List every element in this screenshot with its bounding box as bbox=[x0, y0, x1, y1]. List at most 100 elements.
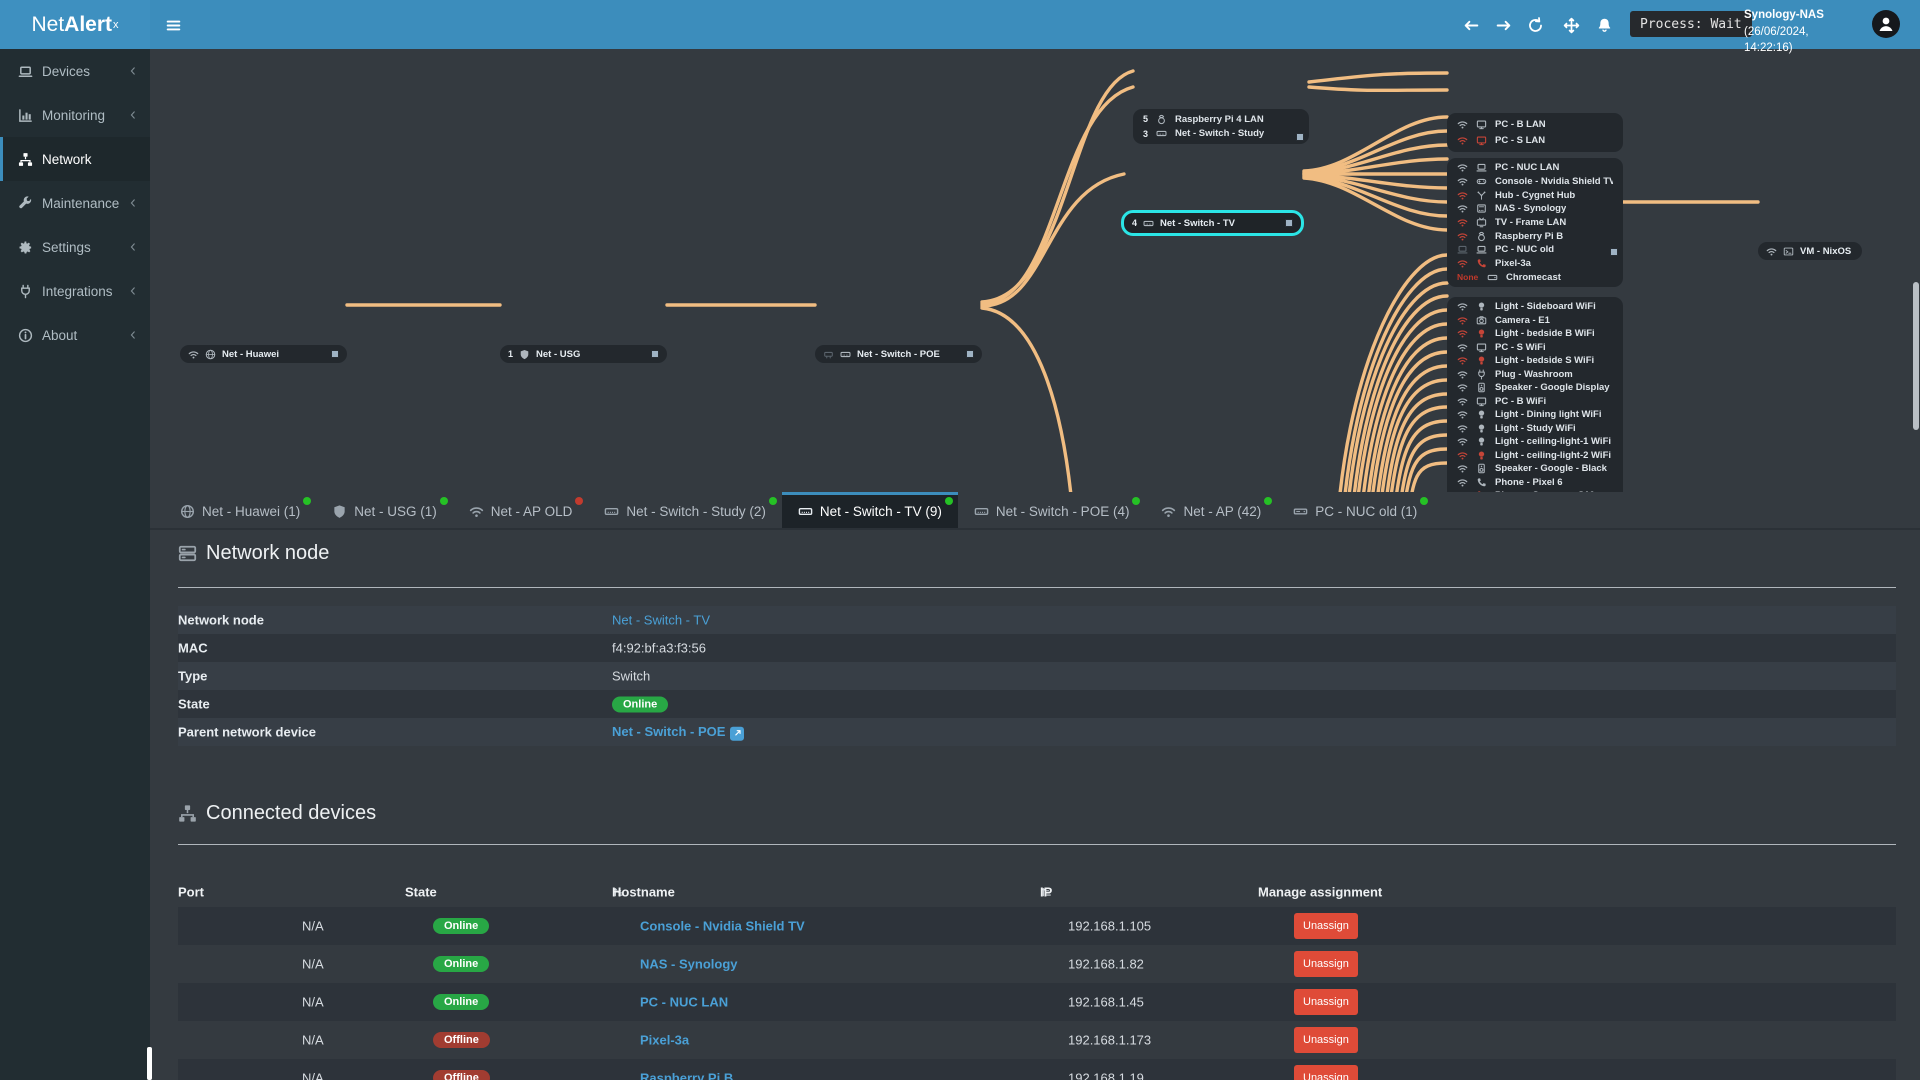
node-net-switch-poe[interactable]: Net - Switch - POE bbox=[815, 345, 982, 363]
unassign-button[interactable]: Unassign bbox=[1294, 1027, 1358, 1053]
tab-pc-nuc-old[interactable]: PC - NUC old (1) bbox=[1277, 492, 1433, 528]
nav-back-icon[interactable] bbox=[1458, 12, 1484, 38]
device-node[interactable]: Speaker - Google Display bbox=[1447, 381, 1623, 395]
node-net-switch-tv-selected[interactable]: 4 Net - Switch - TV bbox=[1121, 210, 1304, 236]
unassign-button[interactable]: Unassign bbox=[1294, 913, 1358, 939]
external-link-icon[interactable] bbox=[730, 726, 745, 741]
device-node[interactable]: Light - bedside S WiFi bbox=[1447, 354, 1623, 368]
port-value: N/A bbox=[302, 918, 324, 934]
device-node[interactable]: None Chromecast bbox=[1447, 270, 1623, 284]
hostname-link[interactable]: Pixel-3a bbox=[640, 1033, 689, 1048]
node-label: Net - Switch - Study bbox=[1175, 128, 1265, 140]
tab-net-switch-tv[interactable]: Net - Switch - TV (9) bbox=[781, 492, 958, 528]
globe-icon bbox=[205, 349, 216, 360]
hostname-link[interactable]: PC - NUC LAN bbox=[640, 995, 728, 1010]
device-node[interactable]: Speaker - Google - Black bbox=[1447, 462, 1623, 476]
monitor-icon bbox=[1476, 396, 1487, 407]
device-node[interactable]: Pixel-3a bbox=[1447, 257, 1623, 271]
device-node[interactable]: Phone - Pixel 6 bbox=[1447, 476, 1623, 490]
node-net-huawei[interactable]: Net - Huawei bbox=[180, 345, 347, 363]
move-pan-icon[interactable] bbox=[1558, 12, 1584, 38]
status-badge: Online bbox=[433, 994, 490, 1010]
hostname-link[interactable]: Raspberry Pi B bbox=[640, 1071, 733, 1080]
device-node[interactable]: PC - NUC LAN bbox=[1447, 161, 1623, 175]
wifi-icon bbox=[1457, 176, 1468, 187]
device-node[interactable]: Hub - Cygnet Hub bbox=[1447, 188, 1623, 202]
laptop-icon bbox=[18, 64, 33, 79]
device-node[interactable]: Light - bedside B WiFi bbox=[1447, 327, 1623, 341]
unassign-button[interactable]: Unassign bbox=[1294, 1065, 1358, 1080]
device-node[interactable]: NAS - Synology bbox=[1447, 202, 1623, 216]
unassign-button[interactable]: Unassign bbox=[1294, 989, 1358, 1015]
status-badge: Online bbox=[612, 696, 669, 713]
column-ip[interactable]: IP bbox=[1040, 884, 1052, 899]
raspberry-icon bbox=[1156, 114, 1167, 125]
notifications-bell-icon[interactable] bbox=[1591, 12, 1617, 38]
node-vm-nixos[interactable]: VM - NixOS bbox=[1758, 242, 1862, 260]
hostname-link[interactable]: Console - Nvidia Shield TV bbox=[640, 919, 805, 934]
device-node-pc-b-lan[interactable]: PC - B LAN bbox=[1447, 116, 1623, 133]
device-node[interactable]: PC - NUC old bbox=[1447, 243, 1623, 257]
network-node-link[interactable]: Net - Switch - TV bbox=[612, 613, 710, 628]
hostname-link[interactable]: NAS - Synology bbox=[640, 957, 738, 972]
device-node[interactable]: Light - ceiling-light-2 WiFi bbox=[1447, 449, 1623, 463]
network-edges bbox=[345, 69, 1760, 493]
info-icon bbox=[18, 328, 33, 343]
chromecast-icon bbox=[1487, 272, 1498, 283]
wifi-icon bbox=[1457, 382, 1468, 393]
status-dot bbox=[1420, 497, 1429, 505]
process-status-badge[interactable]: Process: Wait bbox=[1630, 11, 1752, 37]
device-node[interactable]: PC - S WiFi bbox=[1447, 341, 1623, 355]
device-label: Pixel-3a bbox=[1495, 258, 1531, 270]
tab-net-switch-poe[interactable]: Net - Switch - POE (4) bbox=[958, 492, 1146, 528]
sidebar-scrollbar-thumb[interactable] bbox=[147, 1047, 152, 1080]
device-node[interactable]: PC - B WiFi bbox=[1447, 395, 1623, 409]
tab-net-usg[interactable]: Net - USG (1) bbox=[316, 492, 453, 528]
node-net-usg[interactable]: 1 Net - USG bbox=[500, 345, 667, 363]
tab-net-huawei[interactable]: Net - Huawei (1) bbox=[164, 492, 316, 528]
parent-device-link[interactable]: Net - Switch - POE bbox=[612, 724, 725, 739]
node-net-switch-study[interactable]: 3 Net - Switch - Study bbox=[1133, 127, 1309, 142]
wrench-icon bbox=[18, 196, 33, 211]
cluster-study-group: 5 Raspberry Pi 4 LAN 3 Net - Switch - St… bbox=[1133, 109, 1309, 144]
type-value: Switch bbox=[612, 668, 651, 684]
tab-net-ap-old[interactable]: Net - AP OLD bbox=[453, 492, 589, 528]
unassign-button[interactable]: Unassign bbox=[1294, 951, 1358, 977]
refresh-icon[interactable] bbox=[1522, 12, 1548, 38]
wifi-icon bbox=[1457, 450, 1468, 461]
user-icon bbox=[1876, 14, 1896, 34]
status-dot bbox=[944, 497, 953, 505]
page-scrollbar-thumb[interactable] bbox=[1913, 282, 1919, 430]
device-label: Raspberry Pi B bbox=[1495, 230, 1564, 242]
user-avatar[interactable] bbox=[1872, 10, 1900, 38]
nav-forward-icon[interactable] bbox=[1490, 12, 1516, 38]
hamburger-menu-icon[interactable] bbox=[160, 12, 186, 38]
wifi-icon bbox=[469, 504, 484, 519]
device-label: Console - Nvidia Shield TV bbox=[1495, 176, 1613, 187]
device-node[interactable]: Camera - E1 bbox=[1447, 314, 1623, 328]
sidebar-item-network[interactable]: Network bbox=[0, 137, 150, 181]
app-logo[interactable]: Net Alert x bbox=[0, 0, 150, 49]
device-node[interactable]: TV - Frame LAN bbox=[1447, 216, 1623, 230]
device-node[interactable]: Plug - Washroom bbox=[1447, 368, 1623, 382]
node-raspberry-pi4-lan[interactable]: 5 Raspberry Pi 4 LAN bbox=[1133, 112, 1309, 127]
sidebar-item-devices[interactable]: Devices bbox=[0, 49, 150, 93]
sidebar-item-about[interactable]: About bbox=[0, 313, 150, 357]
sidebar-item-maintenance[interactable]: Maintenance bbox=[0, 181, 150, 225]
brand-text: Net bbox=[31, 12, 65, 36]
device-node[interactable]: Console - Nvidia Shield TV bbox=[1447, 175, 1623, 189]
device-node[interactable]: Light - Study WiFi bbox=[1447, 422, 1623, 436]
switch-icon bbox=[974, 504, 989, 519]
sidebar-item-integrations[interactable]: Integrations bbox=[0, 269, 150, 313]
tab-net-ap[interactable]: Net - AP (42) bbox=[1145, 492, 1277, 528]
device-node[interactable]: Light - Sideboard WiFi bbox=[1447, 300, 1623, 314]
ethernet-icon bbox=[823, 349, 834, 360]
sidebar-item-settings[interactable]: Settings bbox=[0, 225, 150, 269]
column-hostname[interactable]: Hostname bbox=[612, 884, 675, 899]
device-node-pc-s-lan[interactable]: PC - S LAN bbox=[1447, 133, 1623, 150]
sidebar-item-monitoring[interactable]: Monitoring bbox=[0, 93, 150, 137]
device-node[interactable]: Light - Dining light WiFi bbox=[1447, 408, 1623, 422]
device-node[interactable]: Light - ceiling-light-1 WiFi bbox=[1447, 435, 1623, 449]
tab-net-switch-study[interactable]: Net - Switch - Study (2) bbox=[588, 492, 782, 528]
device-node[interactable]: Raspberry Pi B bbox=[1447, 229, 1623, 243]
